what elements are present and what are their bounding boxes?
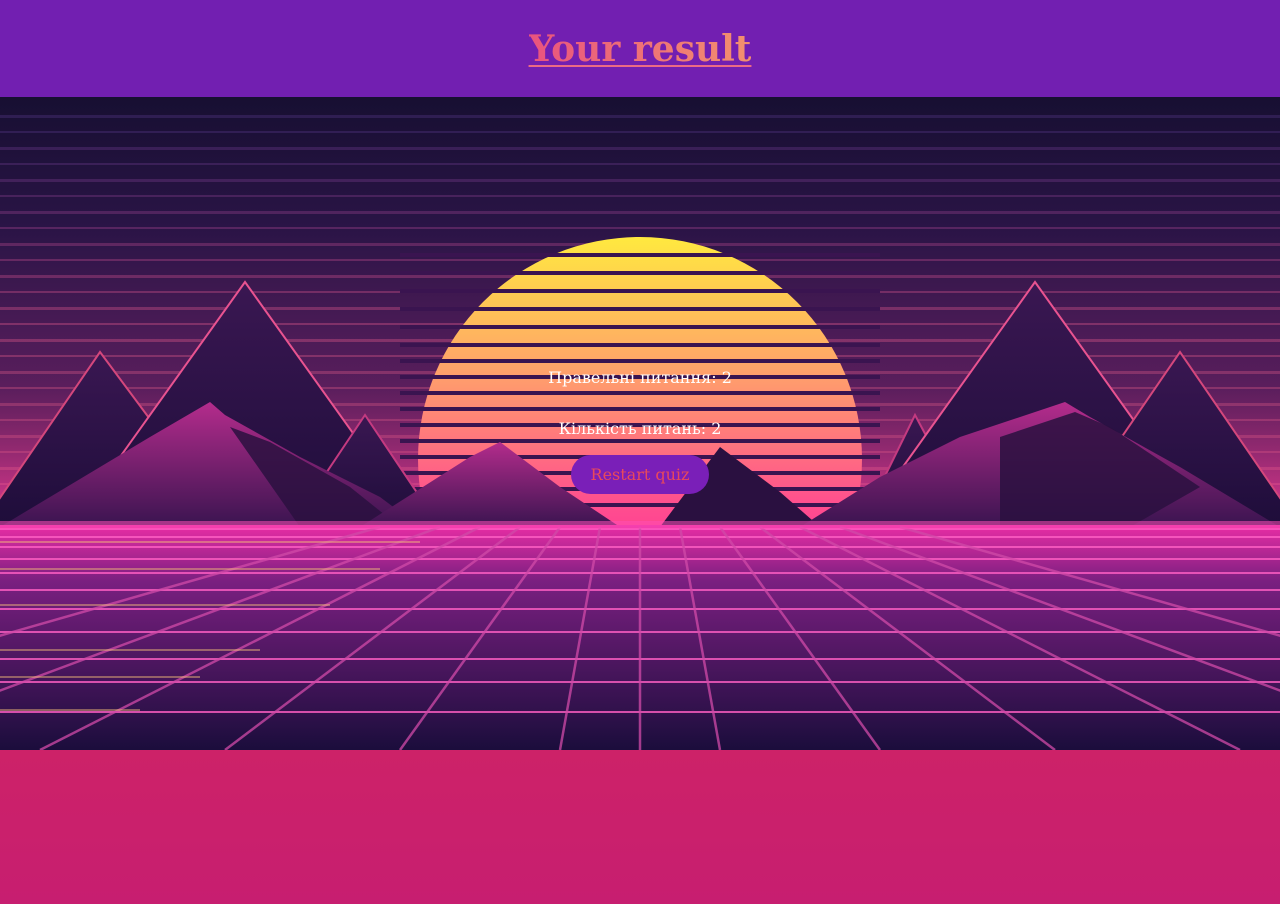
page-header: Your result (0, 0, 1280, 97)
restart-quiz-button[interactable]: Restart quiz (571, 455, 709, 494)
result-panel: Правельні питання: 2 Кількість питань: 2… (0, 97, 1280, 750)
page-title[interactable]: Your result (529, 31, 752, 67)
total-questions-text: Кількість питань: 2 (558, 419, 722, 438)
correct-answers-text: Правельні питання: 2 (548, 368, 732, 387)
